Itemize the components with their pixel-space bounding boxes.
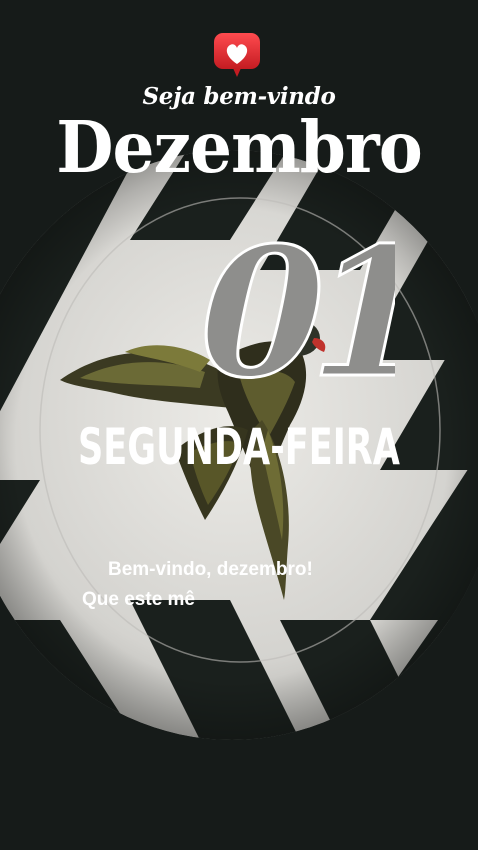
message-line-1: Bem-vindo, dezembro! bbox=[108, 559, 313, 580]
message-line-2: Que este mê bbox=[82, 589, 195, 610]
day-number-text: 01 bbox=[185, 209, 395, 385]
story-canvas: Seja bem-vindo Dezembro 01 SEGUNDA-FEIRA… bbox=[0, 0, 478, 850]
weekday-label: SEGUNDA-FEIRA bbox=[78, 418, 400, 476]
heart-notification-icon bbox=[214, 33, 260, 77]
month-title: Dezembro bbox=[56, 104, 422, 190]
day-number: 01 bbox=[185, 207, 395, 385]
